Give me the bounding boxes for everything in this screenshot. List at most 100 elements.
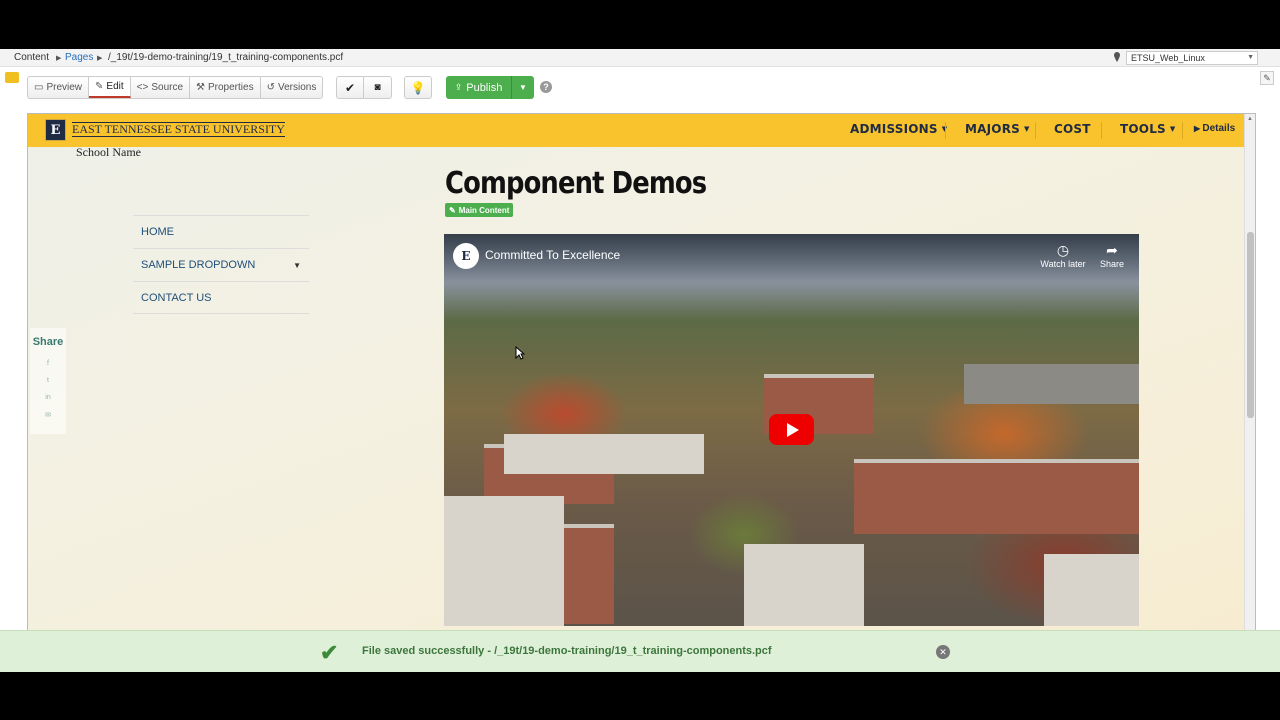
breadcrumb-separator-icon: ▶: [56, 55, 62, 62]
caret-down-icon: ▼: [1023, 125, 1030, 133]
scroll-up-icon[interactable]: ▲: [1247, 116, 1253, 122]
nav-divider: [945, 122, 946, 139]
properties-label: Properties: [208, 82, 254, 93]
publish-button[interactable]: ⇪ Publish ▼: [446, 76, 534, 99]
side-nav-sample-dropdown[interactable]: SAMPLE DROPDOWN ▼: [133, 248, 309, 281]
twitter-icon[interactable]: t: [47, 377, 49, 394]
lightbulb-button[interactable]: 💡: [404, 76, 432, 99]
preview-scrollbar[interactable]: ▲: [1244, 114, 1255, 671]
side-nav-home[interactable]: HOME: [133, 215, 309, 248]
code-icon: <>: [136, 82, 149, 93]
university-name[interactable]: EAST TENNESSEE STATE UNIVERSITY: [72, 122, 285, 137]
close-icon[interactable]: ✕: [936, 645, 950, 659]
share-video-label: Share: [1099, 259, 1125, 269]
play-button[interactable]: [769, 414, 814, 445]
save-button[interactable]: ◙: [364, 77, 391, 98]
preview-button[interactable]: ▭ Preview: [28, 77, 90, 98]
video-scene: [964, 364, 1139, 404]
wrench-icon: ⚒: [196, 82, 205, 93]
nav-majors[interactable]: MAJORS ▼: [965, 122, 1030, 136]
nav-divider: [1101, 122, 1102, 139]
main-content-label: Main Content: [458, 205, 510, 215]
edit-button[interactable]: ✎ Edit: [89, 77, 131, 98]
nav-admissions[interactable]: ADMISSIONS▼: [850, 122, 947, 136]
video-title[interactable]: Committed To Excellence: [485, 248, 620, 262]
video-scene: [444, 496, 564, 626]
breadcrumb-separator-icon: ▶: [97, 55, 103, 62]
location-pin-icon: [1114, 52, 1120, 62]
cms-window: Content ▶ Pages ▶ /_19t/19-demo-training…: [0, 49, 1280, 672]
video-player[interactable]: E Committed To Excellence ◷ Watch later ➦…: [444, 234, 1139, 626]
editor-toolbar: ▭ Preview ✎ Edit <> Source ⚒ Properties ↺ Ver…: [0, 67, 1280, 111]
checkmark-icon: ✔: [344, 80, 356, 95]
source-button[interactable]: <> Source: [131, 77, 191, 98]
page-preview: E EAST TENNESSEE STATE UNIVERSITY ADMISS…: [27, 113, 1256, 672]
nav-cost-label: COST: [1054, 122, 1091, 136]
publish-dropdown[interactable]: ▼: [512, 76, 534, 99]
channel-avatar[interactable]: E: [453, 243, 479, 269]
publish-icon: ⇪: [454, 82, 463, 92]
pencil-icon: ✎: [95, 81, 104, 92]
help-icon[interactable]: ?: [540, 81, 552, 93]
lightbulb-icon: 💡: [410, 80, 426, 95]
status-notification: ✔ File saved successfully - /_19t/19-dem…: [0, 630, 1280, 672]
breadcrumb-pages[interactable]: Pages: [65, 52, 93, 63]
server-select[interactable]: ETSU_Web_Linux ▼: [1126, 51, 1258, 65]
caret-down-icon: ▼: [519, 83, 527, 92]
nav-divider: [1035, 122, 1036, 139]
school-name[interactable]: School Name: [76, 145, 141, 160]
publish-main[interactable]: ⇪ Publish: [446, 76, 512, 99]
main-content-edit-button[interactable]: ✎ Main Content: [445, 203, 514, 217]
video-scene: [744, 544, 864, 626]
nav-majors-label: MAJORS: [965, 122, 1020, 136]
breadcrumb-content[interactable]: Content: [14, 52, 49, 63]
email-icon[interactable]: ✉: [45, 411, 51, 428]
nav-tools[interactable]: TOOLS ▼: [1120, 122, 1175, 136]
share-button[interactable]: ➦ Share: [1087, 242, 1137, 269]
check-button[interactable]: ✔: [337, 77, 364, 98]
watch-later-label: Watch later: [1040, 259, 1086, 269]
publish-label: Publish: [466, 81, 503, 94]
site-header: E EAST TENNESSEE STATE UNIVERSITY ADMISS…: [28, 114, 1244, 147]
chevron-down-icon: ▼: [1247, 54, 1254, 61]
watch-later-button[interactable]: ◷ Watch later: [1038, 242, 1088, 269]
mouse-cursor-icon: [515, 346, 525, 360]
side-nav-label: SAMPLE DROPDOWN: [141, 259, 256, 271]
server-select-value: ETSU_Web_Linux: [1131, 53, 1205, 63]
university-logo[interactable]: E: [45, 119, 66, 141]
folder-icon[interactable]: [5, 72, 19, 83]
side-navigation: HOME SAMPLE DROPDOWN ▼ CONTACT US: [133, 215, 309, 314]
breadcrumb-file-path: /_19t/19-demo-training/19_t_training-com…: [108, 52, 344, 63]
nav-admissions-label: ADMISSIONS: [850, 122, 938, 136]
caret-down-icon: ▼: [293, 260, 301, 270]
history-icon: ↺: [266, 82, 275, 93]
nav-divider: [1182, 122, 1183, 139]
video-scene: [1044, 554, 1139, 626]
caret-down-icon: ▼: [1169, 125, 1176, 133]
preview-label: Preview: [46, 82, 83, 93]
breadcrumb: Content ▶ Pages ▶ /_19t/19-demo-training…: [0, 49, 1280, 67]
versions-label: Versions: [277, 82, 317, 93]
share-panel: Share f t in ✉: [30, 328, 66, 434]
check-save-group: ✔ ◙: [336, 76, 392, 99]
side-nav-contact-us[interactable]: CONTACT US: [133, 281, 309, 314]
tools-icon[interactable]: ✎: [1260, 71, 1274, 85]
nav-tools-label: TOOLS: [1120, 122, 1166, 136]
monitor-icon: ▭: [34, 82, 44, 93]
edit-label: Edit: [106, 81, 124, 92]
share-label: Share: [32, 336, 64, 348]
video-scene: [854, 459, 1139, 534]
details-toggle[interactable]: ▶ Details: [1194, 123, 1235, 134]
facebook-icon[interactable]: f: [47, 360, 49, 377]
versions-button[interactable]: ↺ Versions: [261, 77, 323, 98]
nav-cost[interactable]: COST: [1054, 122, 1091, 136]
scrollbar-thumb[interactable]: [1247, 232, 1254, 418]
properties-button[interactable]: ⚒ Properties: [190, 77, 261, 98]
details-label: Details: [1202, 123, 1236, 134]
clock-icon: ◷: [1056, 242, 1070, 258]
view-mode-group: ▭ Preview ✎ Edit <> Source ⚒ Properties ↺ Ver…: [27, 76, 324, 99]
success-check-icon: ✔: [320, 640, 339, 665]
camera-icon: ◙: [374, 82, 381, 93]
page-title: Component Demos: [445, 166, 707, 201]
linkedin-icon[interactable]: in: [45, 394, 50, 411]
